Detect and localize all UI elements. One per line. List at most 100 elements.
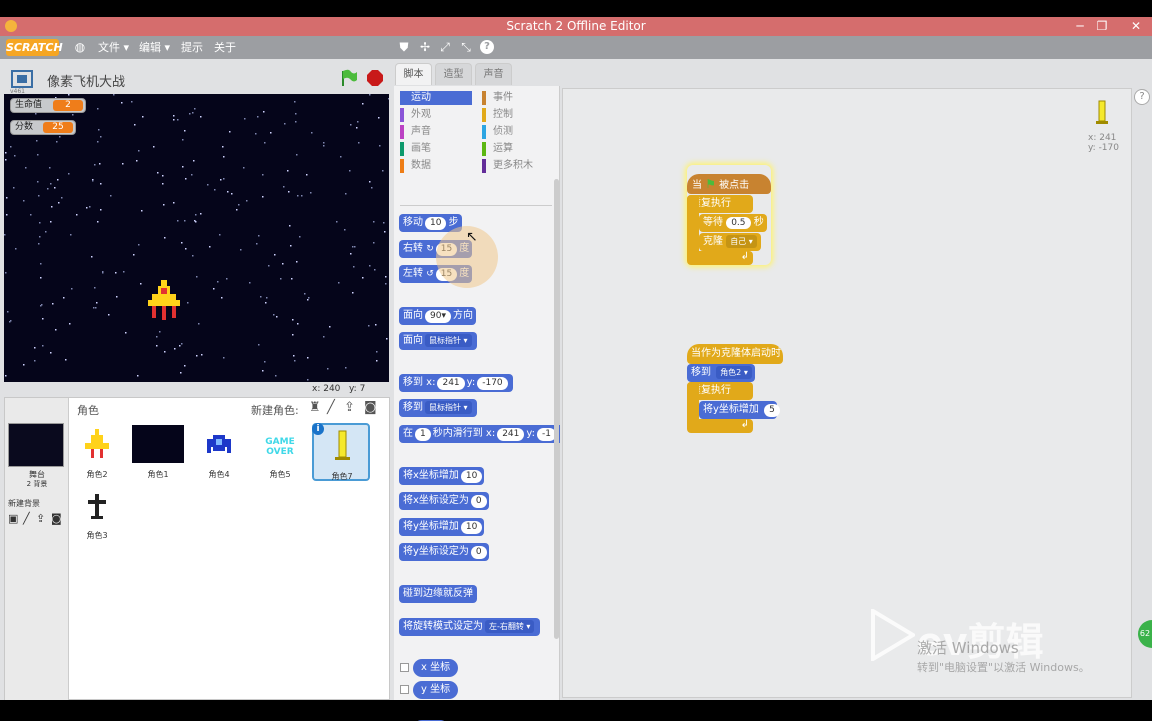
stage-thumbnail[interactable] [8,423,64,467]
category-1[interactable]: 事件 [482,91,554,105]
globe-icon[interactable]: ◍ [73,40,87,54]
star [70,234,72,236]
monitor-score-value: 25 [43,122,73,133]
block-set-x[interactable]: 将x坐标设定为 0 [399,492,489,510]
star [76,214,78,216]
tab-scripts[interactable]: 脚本 [395,63,432,85]
reporter-x-position[interactable]: x 坐标 [413,659,459,677]
tab-sounds[interactable]: 声音 [475,63,512,85]
menu-about[interactable]: 关于 [214,36,236,59]
block-bounce[interactable]: 碰到边缘就反弹 [399,585,477,603]
grow-icon[interactable]: ⤢ [438,40,452,54]
monitor-score[interactable]: 分数 25 [10,120,76,135]
sprite-thumb-1[interactable]: 角色1 [130,423,186,481]
copy-icon[interactable]: ⛊ [397,40,411,54]
reporter-y-position[interactable]: y 坐标 [413,681,459,699]
star [220,179,222,181]
ypos-checkbox[interactable] [400,685,409,694]
sprite-thumb-4[interactable]: 角色4 [191,423,247,481]
star [238,204,240,206]
block-goto-xy[interactable]: 移到 x: 241 y: -170 [399,374,513,392]
stage-canvas[interactable]: 生命值 2 分数 25 [4,94,389,382]
mouse-coords: x: 240 y: 7 [312,384,366,394]
brush-backdrop-icon[interactable]: ╱ [23,512,30,525]
category-2[interactable]: 外观 [400,108,472,122]
help-icon[interactable]: ? [480,40,494,54]
block-wait[interactable]: 等待 0.5 秒 [699,214,767,232]
star [179,345,181,347]
star [274,254,276,256]
menu-file[interactable]: 文件 ▾ [98,36,129,59]
upload-sprite-icon[interactable]: ⇪ [344,400,355,415]
script-area[interactable]: x: 241 y: -170 当 ⚑ 被点击 重复执行 等待 0.5 秒 克隆 … [562,88,1132,714]
star [386,338,388,340]
upload-backdrop-icon[interactable]: ⇪ [36,512,45,525]
block-change-y[interactable]: 将y坐标增加 10 [399,518,485,536]
block-change-x[interactable]: 将x坐标增加 10 [399,467,485,485]
sprite-thumb-2[interactable]: 角色2 [69,423,125,481]
minimize-button[interactable]: ─ [1068,17,1092,36]
block-point-direction[interactable]: 面向 90▾ 方向 [399,307,477,325]
star [296,261,298,263]
block-glide[interactable]: 在 1 秒内滑行到 x: 241 y: -1 [399,425,560,443]
close-button[interactable]: ✕ [1124,17,1148,36]
category-7[interactable]: 运算 [482,142,554,156]
palette-scrollbar[interactable] [554,179,559,639]
menu-edit[interactable]: 编辑 ▾ [139,36,170,59]
star [307,299,309,301]
star [369,181,371,183]
block-when-flag-clicked[interactable]: 当 ⚑ 被点击 [687,174,771,194]
sprite-thumb-3[interactable]: 角色3 [69,484,125,542]
tab-costumes[interactable]: 造型 [435,63,472,85]
paint-backdrop-icon[interactable]: ▣ [8,512,18,525]
category-4[interactable]: 声音 [400,125,472,139]
block-goto-sprite[interactable]: 移到 角色2 ▾ [687,364,755,382]
star [340,156,342,158]
category-6[interactable]: 画笔 [400,142,472,156]
sprite-y-readout: y: -170 [1088,143,1119,153]
monitor-lives[interactable]: 生命值 2 [10,98,86,113]
scratch-logo[interactable]: SCRATCH [6,39,63,56]
star [352,246,354,248]
sprite-thumb-5[interactable]: GAME OVER 角色5 [252,423,308,481]
green-flag-icon[interactable] [340,69,358,87]
plane-thumb-icon [85,429,109,458]
block-point-towards[interactable]: 面向 鼠标指针 ▾ [399,332,477,350]
category-0[interactable]: 运动 [400,91,472,105]
camera-sprite-icon[interactable]: ◙ [364,400,377,415]
shrink-icon[interactable]: ⤡ [459,40,473,54]
player-plane-sprite[interactable] [146,280,182,324]
sprite-thumb-7-selected[interactable]: i 角色7 [312,423,370,481]
category-3[interactable]: 控制 [482,108,554,122]
star [306,174,308,176]
block-goto[interactable]: 移到 鼠标指针 ▾ [399,399,477,417]
fullscreen-icon[interactable] [11,70,33,88]
library-sprite-icon[interactable]: ♜ [309,400,321,415]
project-name[interactable]: 像素飞机大战 [47,71,125,90]
cut-icon[interactable]: ✢ [418,40,432,54]
star [5,375,7,377]
block-create-clone[interactable]: 克隆 自己 ▾ [699,233,761,251]
block-rotation-style[interactable]: 将旋转模式设定为 左-右翻转 ▾ [399,618,540,636]
side-badge[interactable]: 62 [1138,620,1152,648]
star [201,354,203,356]
block-when-clone-starts[interactable]: 当作为克隆体启动时 [687,344,783,364]
help-tips-icon[interactable]: ? [1134,89,1150,105]
block-set-y[interactable]: 将y坐标设定为 0 [399,543,489,561]
star [383,222,385,224]
camera-backdrop-icon[interactable]: ◙ [51,512,62,525]
category-9[interactable]: 更多积木 [482,159,554,173]
maximize-button[interactable]: ❐ [1090,17,1114,36]
paint-sprite-icon[interactable]: ╱ [327,400,335,415]
star [290,245,292,247]
windows-activate-title: 激活 Windows [917,639,1019,657]
stop-icon[interactable] [366,69,384,87]
category-5[interactable]: 侦测 [482,125,554,139]
menu-tips[interactable]: 提示 [181,36,203,59]
star [91,256,93,258]
bottom-bar [0,700,1152,720]
category-8[interactable]: 数据 [400,159,472,173]
star [295,121,297,123]
block-change-y-by[interactable]: 将y坐标增加 5 [699,401,780,419]
xpos-checkbox[interactable] [400,663,409,672]
